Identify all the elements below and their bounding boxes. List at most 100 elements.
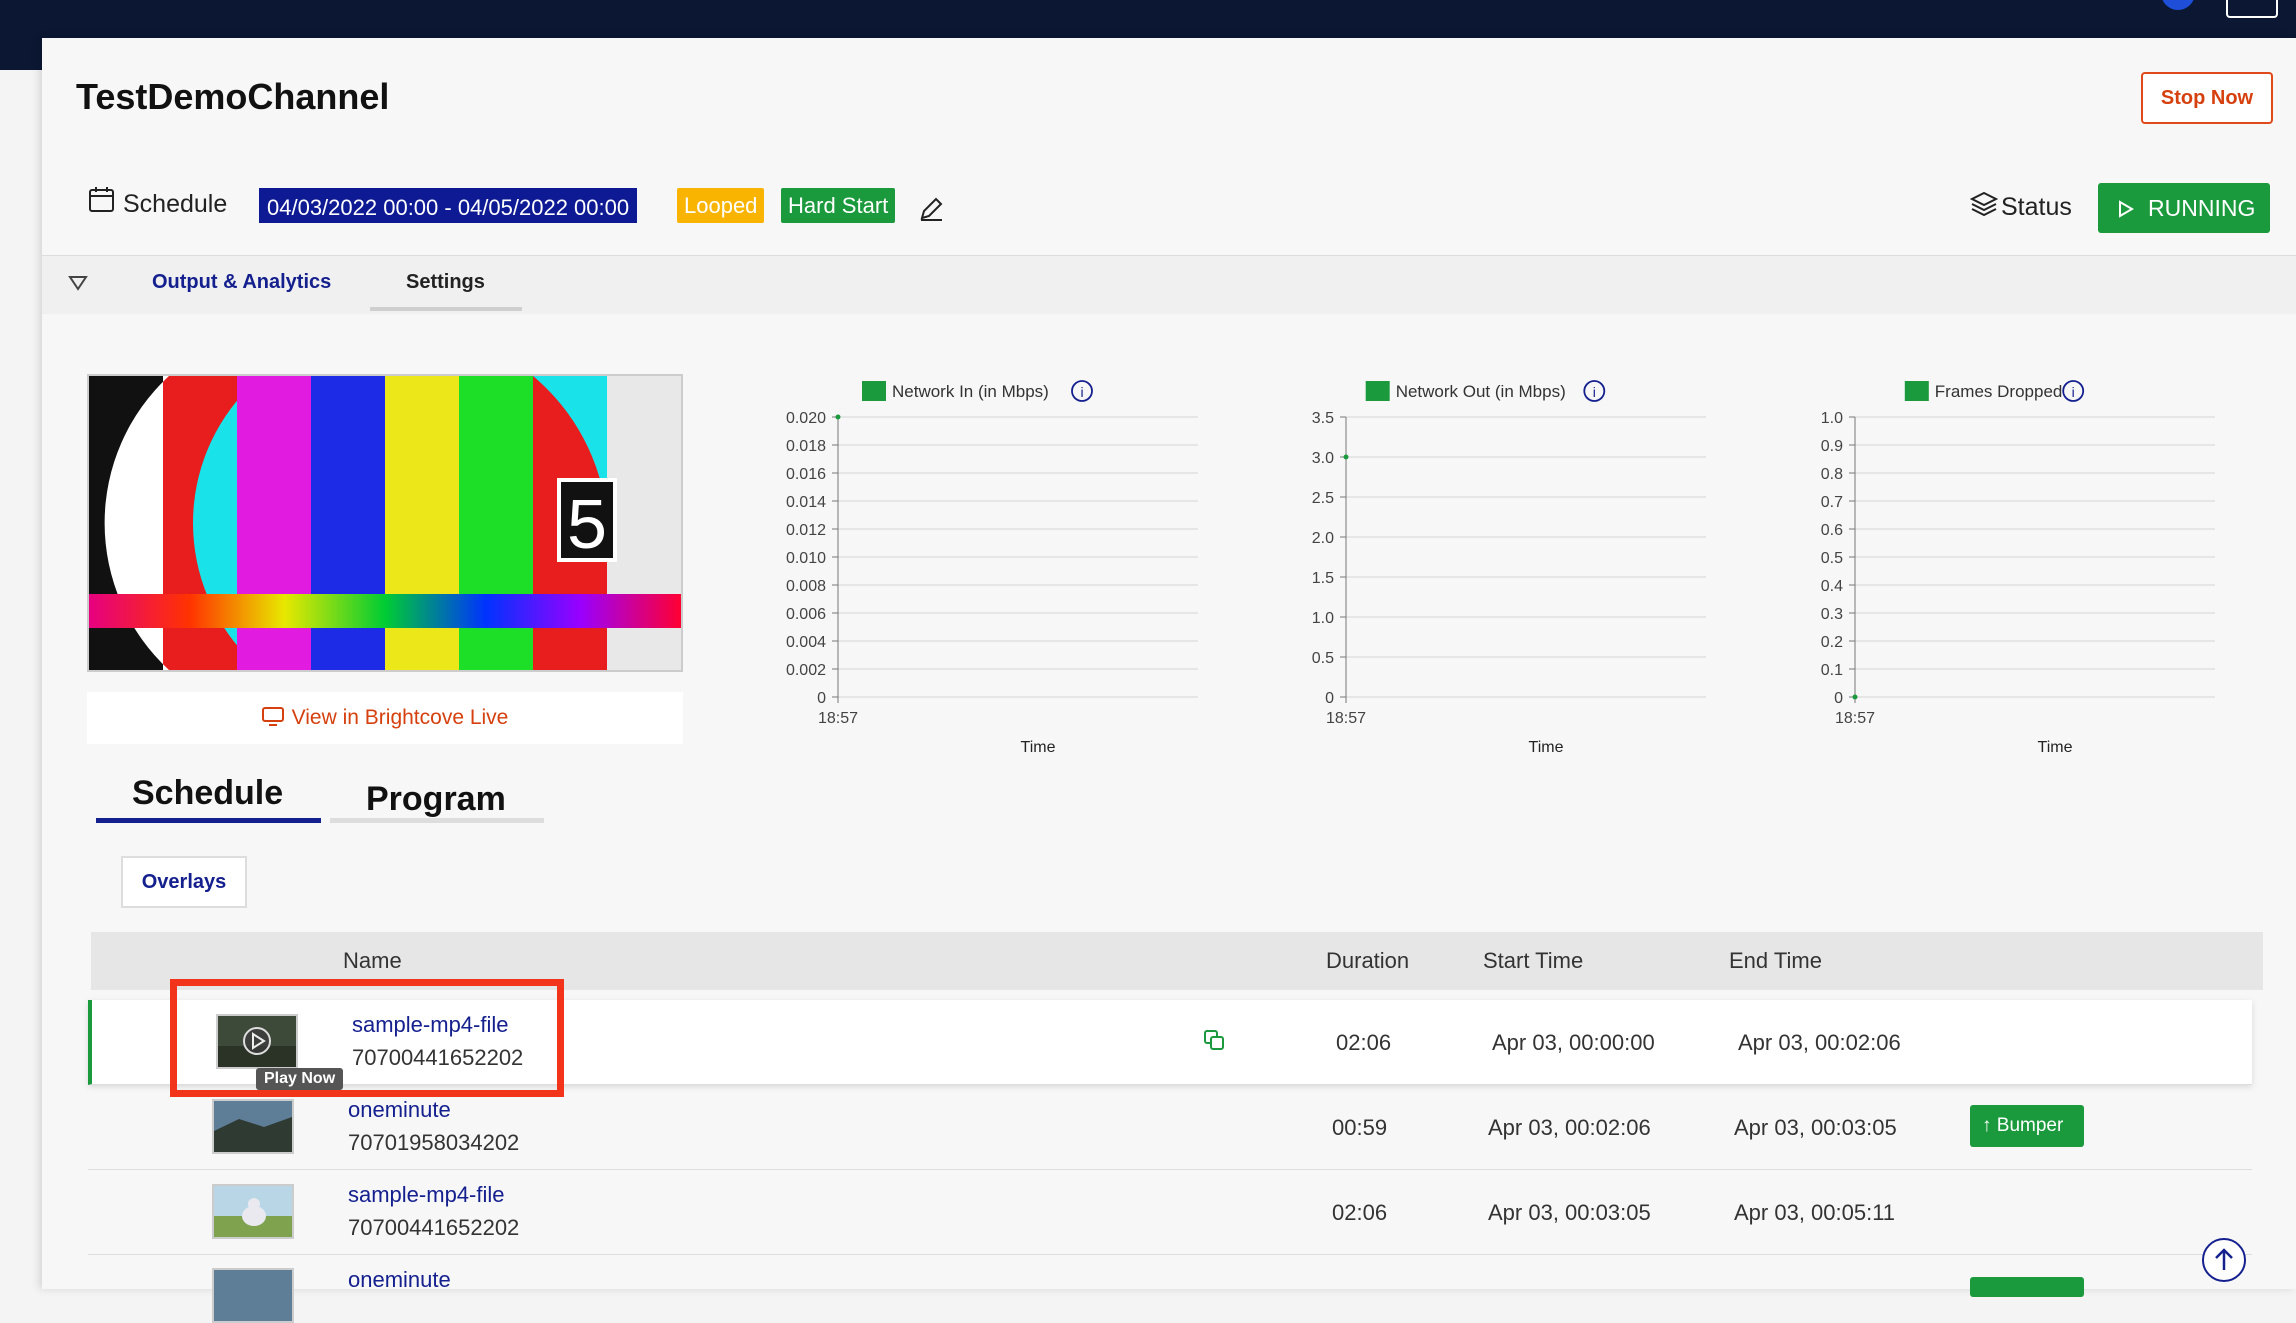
y-tick-label: 0.004 <box>786 634 826 651</box>
copy-icon[interactable] <box>1202 1028 1226 1052</box>
overlays-button[interactable]: Overlays <box>121 856 247 908</box>
color-bars-image: 5 <box>89 376 681 670</box>
x-axis-label: Time <box>1021 739 1056 756</box>
legend-label: Network In (in Mbps) <box>892 382 1049 401</box>
y-tick-label: 0.3 <box>1821 606 1843 623</box>
layers-icon <box>1970 191 1998 217</box>
view-in-brightcove-link[interactable]: View in Brightcove Live <box>87 692 683 744</box>
tabs-bar <box>42 256 2296 314</box>
y-tick-label: 0.014 <box>786 494 826 511</box>
account-icon[interactable] <box>2226 0 2278 18</box>
y-tick-label: 0.016 <box>786 466 826 483</box>
subtab-program[interactable]: Program <box>366 780 506 819</box>
video-thumbnail[interactable] <box>212 1184 294 1239</box>
legend-label: Network Out (in Mbps) <box>1396 382 1566 401</box>
info-icon-glyph: i <box>2072 384 2075 400</box>
network-out-chart: Network Out (in Mbps) i 3.5 3.0 2.5 2.0 1.5 1.0… <box>1312 380 1706 756</box>
table-row[interactable]: oneminute 70701958034202 00:59 Apr 03, 0… <box>88 1085 2252 1170</box>
legend-swatch <box>1904 381 1929 401</box>
frames-dropped-chart: Frames Dropped i 1.0 0.9 0.8 0.7 0.6 0.5 0.4 0.3 0… <box>1821 380 2215 756</box>
column-header-duration: Duration <box>1326 948 1410 973</box>
row-duration: 02:06 <box>1332 1200 1388 1225</box>
row-title[interactable]: sample-mp4-file <box>348 1182 505 1208</box>
y-tick-label: 0.1 <box>1821 662 1843 679</box>
row-id: 70700441652202 <box>348 1215 520 1240</box>
table-row[interactable]: sample-mp4-file 70700441652202 02:06 Apr… <box>88 1170 2252 1255</box>
network-in-chart: Network In (in Mbps) i 0.020 0.018 0.016 0.01… <box>786 380 1198 756</box>
row-title[interactable]: oneminute <box>348 1267 451 1293</box>
legend-swatch <box>1365 381 1390 401</box>
schedule-label: Schedule <box>123 190 228 218</box>
y-tick-label: 0.5 <box>1821 550 1843 567</box>
y-tick-label: 2.0 <box>1312 530 1334 547</box>
y-tick-label: 3.0 <box>1312 450 1334 467</box>
x-tick-label: 18:57 <box>1326 710 1366 727</box>
data-point <box>1852 694 1858 700</box>
running-status-button[interactable]: RUNNING <box>2098 183 2270 233</box>
y-tick-label: 0.9 <box>1821 438 1843 455</box>
arrow-up-icon <box>2215 1248 2233 1270</box>
y-tick-label: 0.4 <box>1821 578 1843 595</box>
row-end-time: Apr 03, 00:02:06 <box>1738 1030 1901 1055</box>
stop-now-button[interactable]: Stop Now <box>2141 72 2273 124</box>
row-start-time: Apr 03, 00:02:06 <box>1488 1115 1651 1140</box>
y-tick-label: 0.008 <box>786 578 826 595</box>
tab-underline <box>370 307 522 311</box>
looped-badge: Looped <box>677 188 765 223</box>
column-header-start-time: Start Time <box>1483 948 1584 973</box>
left-nav-strip <box>0 38 42 70</box>
x-tick-label: 18:57 <box>818 710 858 727</box>
countdown-digit: 5 <box>565 488 608 570</box>
running-label: RUNNING <box>2148 195 2256 221</box>
y-tick-label: 0.002 <box>786 662 826 679</box>
edit-pencil-icon[interactable] <box>918 196 944 222</box>
help-icon[interactable] <box>2161 0 2195 10</box>
hard-start-badge: Hard Start <box>781 188 896 223</box>
table-row[interactable]: oneminute <box>88 1255 2252 1323</box>
column-header-end-time: End Time <box>1729 948 1822 973</box>
view-link-label: View in Brightcove Live <box>291 706 509 729</box>
highlight-annotation-box <box>170 979 564 1097</box>
page-title: TestDemoChannel <box>76 76 390 117</box>
row-duration: 00:59 <box>1332 1115 1388 1140</box>
play-icon <box>2119 200 2134 218</box>
row-title[interactable]: oneminute <box>348 1097 451 1123</box>
y-tick-label: 1.0 <box>1821 410 1843 427</box>
top-navigation-bar <box>0 0 2296 38</box>
video-thumbnail[interactable] <box>212 1268 294 1323</box>
y-tick-label: 0.010 <box>786 550 826 567</box>
y-tick-label: 1.0 <box>1312 610 1334 627</box>
info-icon-glyph: i <box>1593 384 1596 400</box>
y-tick-label: 0.020 <box>786 410 826 427</box>
legend-label: Frames Dropped <box>1935 382 2063 401</box>
video-thumbnail[interactable] <box>212 1099 294 1154</box>
monitor-icon <box>261 707 284 726</box>
row-start-time: Apr 03, 00:00:00 <box>1492 1030 1655 1055</box>
y-tick-label: 0.7 <box>1821 494 1843 511</box>
y-tick-label: 0.012 <box>786 522 826 539</box>
collapse-triangle-icon[interactable] <box>68 274 88 292</box>
bumper-tag-button[interactable]: ↑ Bumper <box>1970 1105 2084 1147</box>
subtab-active-underline <box>96 818 321 823</box>
bumper-label: Bumper <box>1996 1115 2064 1136</box>
row-id: 70701958034202 <box>348 1130 520 1155</box>
tab-output-analytics[interactable]: Output & Analytics <box>152 271 331 294</box>
status-label: Status <box>2001 193 2072 221</box>
y-tick-label: 0.2 <box>1821 634 1843 651</box>
row-start-time: Apr 03, 00:03:05 <box>1488 1200 1651 1225</box>
subtab-schedule[interactable]: Schedule <box>132 774 283 813</box>
y-tick-label: 0.5 <box>1312 650 1334 667</box>
live-preview-player[interactable]: 5 <box>87 374 683 672</box>
y-tick-label: 0.018 <box>786 438 826 455</box>
row-end-time: Apr 03, 00:05:11 <box>1734 1200 1896 1225</box>
y-tick-label: 0.6 <box>1821 522 1843 539</box>
y-tick-label: 1.5 <box>1312 570 1334 587</box>
y-tick-label: 2.5 <box>1312 490 1334 507</box>
x-tick-label: 18:57 <box>1835 710 1875 727</box>
x-axis-label: Time <box>1529 739 1564 756</box>
schedule-date-range: 04/03/2022 00:00 - 04/05/2022 00:00 <box>259 188 638 223</box>
scroll-to-top-button[interactable] <box>2202 1238 2246 1282</box>
y-tick-label: 3.5 <box>1312 410 1334 427</box>
bumper-tag-button[interactable] <box>1970 1277 2084 1297</box>
tab-settings[interactable]: Settings <box>406 271 485 294</box>
